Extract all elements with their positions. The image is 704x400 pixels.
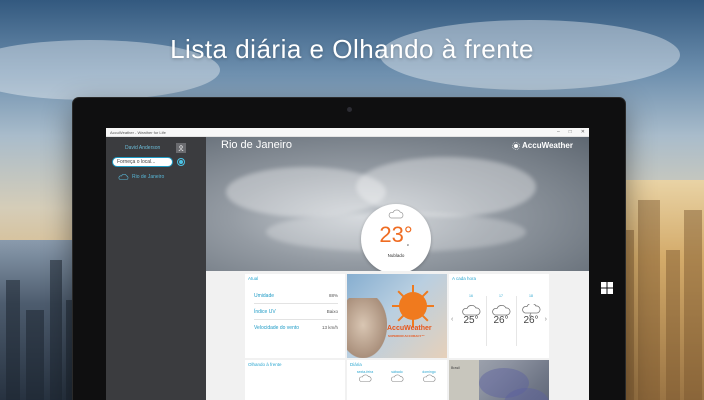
cloud-icon <box>388 209 404 219</box>
sun-icon <box>399 292 427 320</box>
divider <box>254 319 338 320</box>
search-submit-button[interactable] <box>177 158 185 166</box>
window-titlebar: AccuWeather - Weather for Life – □ ✕ <box>106 128 589 137</box>
city-title: Rio de Janeiro <box>221 139 292 151</box>
temperature-value: 23° <box>379 222 413 247</box>
search-go-icon <box>179 160 183 164</box>
minimize-button[interactable]: – <box>557 128 560 137</box>
hour-label: 18 <box>529 294 533 298</box>
card-title: Diária <box>350 362 362 367</box>
daily-forecast-card[interactable]: Diária sexta-feira sábado domingo <box>347 360 447 400</box>
detail-value: Baixo <box>326 309 338 314</box>
cloud-icon <box>118 174 129 180</box>
brand-logo: AccuWeather <box>512 141 573 150</box>
detail-label: Índice UV <box>254 309 276 315</box>
detail-row-uv: Índice UV Baixo <box>254 309 338 315</box>
detail-row-humidity: Umidade 88% <box>254 293 338 299</box>
detail-row-wind: Velocidade do vento 13 km/h <box>254 325 338 331</box>
ad-person-image <box>347 298 387 358</box>
windows-logo-icon[interactable] <box>601 282 613 294</box>
promo-headline: Lista diária e Olhando à frente <box>170 34 534 64</box>
window-title: AccuWeather - Weather for Life <box>110 130 166 135</box>
chevron-left-icon[interactable]: ‹ <box>451 316 453 323</box>
detail-value: 13 km/h <box>321 325 338 330</box>
camera-icon <box>347 107 352 112</box>
current-conditions-circle[interactable]: 23° c Nublado <box>361 204 431 271</box>
sidebar-item-location[interactable]: Rio de Janeiro <box>118 174 164 180</box>
divider <box>254 303 338 304</box>
day-column: domingo <box>417 370 441 383</box>
hour-temp: 26° <box>493 315 509 326</box>
city-skyline-right <box>614 180 704 400</box>
hour-label: 17 <box>499 294 503 298</box>
condition-text: Nublado <box>387 253 405 258</box>
day-column: sexta-feira <box>353 370 377 383</box>
hour-label: 16 <box>469 294 473 298</box>
ad-brand: AccuWeather <box>387 325 432 332</box>
tablet-device: AccuWeather - Weather for Life – □ ✕ Dav… <box>73 98 625 400</box>
detail-value: 88% <box>328 293 338 298</box>
advertisement-banner[interactable]: AccuWeather SUPERIOR ACCURACY™ <box>347 274 447 358</box>
user-icon <box>178 145 184 151</box>
hero-weather-banner: Rio de Janeiro AccuWeather 23° c Nublado <box>206 137 589 271</box>
main-content: Rio de Janeiro AccuWeather 23° c Nublado <box>206 137 589 400</box>
cloud-icon <box>423 374 436 382</box>
maximize-button[interactable]: □ <box>569 128 572 137</box>
close-button[interactable]: ✕ <box>581 128 585 137</box>
cloud-icon <box>462 305 481 316</box>
sun-logo-icon <box>512 141 520 150</box>
hourly-forecast-card[interactable]: A cada hora ‹ › 16 25° 17 26° 18 26° <box>449 274 549 358</box>
detail-label: Velocidade do vento <box>254 325 300 331</box>
detail-label: Umidade <box>254 293 275 299</box>
avatar[interactable] <box>176 143 186 153</box>
cloud-icon <box>359 374 372 382</box>
thunderstorm-icon <box>522 304 541 318</box>
day-column: sábado <box>385 370 409 383</box>
looking-ahead-card[interactable]: Olhando à frente <box>245 360 345 400</box>
hour-temp: 25° <box>463 315 479 326</box>
temperature-unit: c <box>407 242 409 247</box>
hour-forecast: 18 26° <box>517 294 545 326</box>
sidebar-item-label: Rio de Janeiro <box>132 174 165 180</box>
hour-forecast: 16 25° <box>457 294 485 326</box>
radar-map-card[interactable]: Brasil <box>449 360 549 400</box>
user-name[interactable]: David Anderson <box>125 145 160 151</box>
card-title: A cada hora <box>452 276 477 281</box>
brand-name: AccuWeather <box>522 141 573 150</box>
search-input[interactable]: Forneça o local... <box>112 157 173 167</box>
card-title: Olhando à frente <box>248 362 282 367</box>
app-window: AccuWeather - Weather for Life – □ ✕ Dav… <box>106 128 589 400</box>
cloud-icon <box>391 374 404 382</box>
card-title: Atual <box>248 276 259 281</box>
cloud-icon <box>492 305 511 316</box>
ad-tagline: SUPERIOR ACCURACY™ <box>388 334 425 338</box>
sidebar: David Anderson Forneça o local... Rio de… <box>106 137 206 400</box>
hour-forecast: 17 26° <box>487 294 515 326</box>
current-details-card[interactable]: Atual Umidade 88% Índice UV Baixo Veloci… <box>245 274 345 358</box>
chevron-right-icon[interactable]: › <box>545 316 547 323</box>
map-label: Brasil <box>451 366 460 370</box>
